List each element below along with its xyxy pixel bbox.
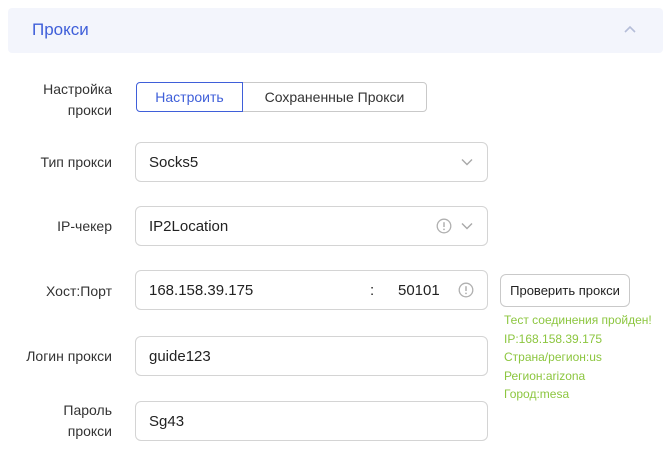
proxy-setup-label: Настройка прокси	[43, 81, 112, 118]
saved-proxies-tab[interactable]: Сохраненные Прокси	[242, 82, 427, 112]
password-label: Пароль прокси	[63, 402, 112, 439]
host-port-separator: :	[370, 282, 375, 299]
result-line: Тест соединения пройден!	[504, 313, 652, 327]
host-port-field[interactable]: 168.158.39.175 : 50101	[135, 270, 488, 310]
password-value: Sg43	[149, 413, 185, 430]
password-input[interactable]: Sg43	[135, 401, 488, 441]
chevron-up-icon[interactable]	[623, 24, 637, 34]
result-line: Город:mesa	[504, 387, 570, 401]
ip-checker-select[interactable]: IP2Location	[135, 206, 488, 246]
chevron-down-icon	[461, 223, 473, 230]
login-input[interactable]: guide123	[135, 336, 488, 376]
proxy-type-select[interactable]: Socks5	[135, 142, 488, 182]
result-line: IP:168.158.39.175	[504, 331, 603, 346]
host-port-label: Хост:Порт	[45, 283, 112, 299]
info-icon[interactable]	[436, 218, 452, 234]
connection-test-result: Тест соединения пройден! IP:168.158.39.1…	[504, 311, 671, 404]
section-title: Прокси	[32, 20, 89, 39]
port-input[interactable]: 50101	[398, 281, 440, 300]
proxy-type-value: Socks5	[149, 154, 199, 171]
login-label: Логин прокси	[26, 348, 112, 364]
proxy-type-label: Тип прокси	[40, 154, 112, 170]
info-icon[interactable]	[458, 282, 474, 298]
login-value: guide123	[149, 348, 211, 365]
check-proxy-button[interactable]: Проверить прокси	[500, 274, 630, 307]
configure-tab[interactable]: Настроить	[136, 82, 243, 112]
ip-checker-label: IP-чекер	[57, 218, 112, 234]
ip-checker-value: IP2Location	[149, 218, 229, 235]
proxy-section-header[interactable]: Прокси	[8, 8, 663, 53]
result-line: Регион:arizona	[504, 368, 586, 383]
host-input[interactable]: 168.158.39.175	[149, 281, 253, 300]
chevron-down-icon	[461, 159, 473, 166]
result-line: Страна/регион:us	[504, 350, 602, 364]
